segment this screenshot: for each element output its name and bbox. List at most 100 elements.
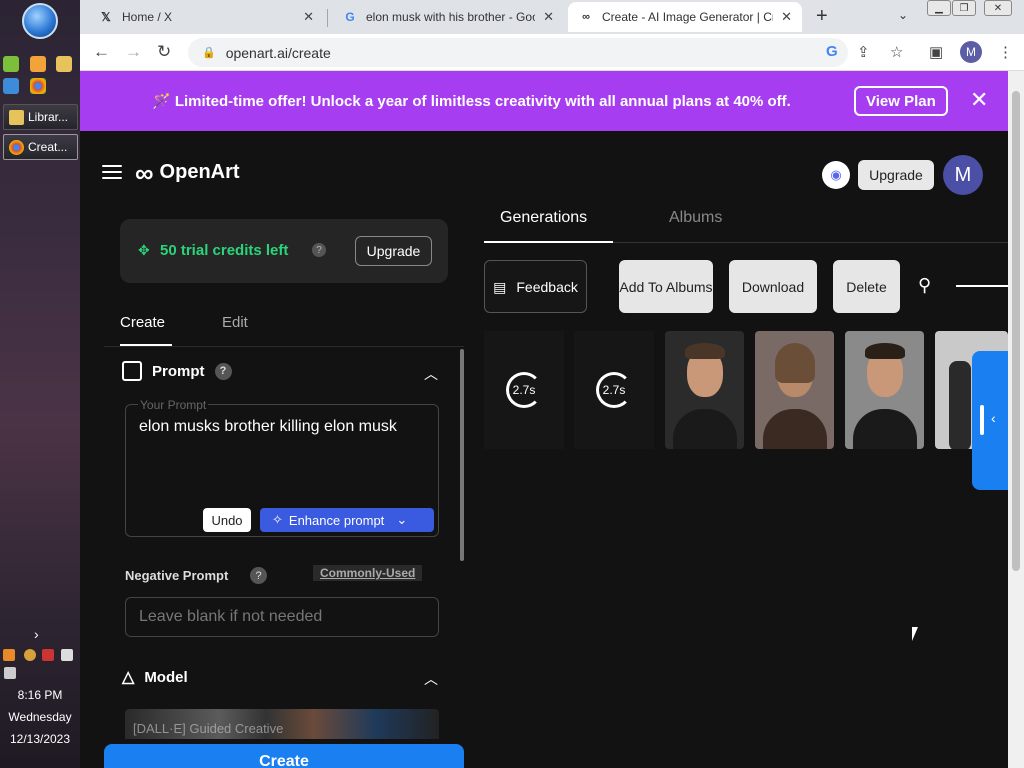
bookmark-star-icon[interactable]: ☆ — [890, 43, 903, 61]
credits-card: ✥ 50 trial credits left ? Upgrade — [120, 219, 448, 283]
credits-upgrade-button[interactable]: Upgrade — [355, 236, 432, 266]
generated-image-thumbnail[interactable] — [755, 331, 834, 449]
tab-create[interactable]: Create — [120, 314, 165, 331]
close-window-button[interactable]: ✕ — [984, 0, 1012, 16]
tray-icon[interactable] — [24, 649, 36, 661]
user-avatar[interactable]: M — [943, 155, 983, 195]
negative-prompt-input[interactable]: Leave blank if not needed — [125, 597, 439, 637]
chrome-icon — [9, 139, 24, 155]
chevron-up-icon[interactable]: ︿ — [424, 364, 438, 384]
chrome-icon[interactable] — [30, 78, 46, 94]
add-to-albums-button[interactable]: Add To Albums — [619, 260, 713, 313]
network-icon[interactable] — [61, 649, 73, 661]
discord-icon[interactable]: ◉ — [822, 161, 850, 189]
share-icon[interactable]: ⇪ — [857, 43, 870, 61]
start-button[interactable] — [22, 3, 58, 39]
collapse-panel-tab[interactable]: ‹ — [972, 351, 1008, 490]
folder-icon — [9, 109, 24, 125]
tab-edit[interactable]: Edit — [222, 314, 248, 331]
new-tab-button[interactable]: + — [816, 5, 828, 28]
browser-toolbar: ← → ↻ 🔒 openart.ai/create G ⇪ ☆ ▣ M ⋮ — [80, 34, 1024, 71]
ie-icon[interactable] — [3, 78, 19, 94]
google-lens-icon[interactable]: G — [826, 43, 838, 60]
page-scrollbar[interactable] — [1008, 71, 1024, 768]
tab-home-x[interactable]: 𝕏 Home / X ✕ — [88, 2, 324, 32]
divider — [104, 346, 464, 347]
clock[interactable]: 8:16 PM Wednesday 12/13/2023 — [0, 684, 80, 750]
tab-strip: 𝕏 Home / X ✕ G elon musk with his brothe… — [80, 0, 1024, 34]
undo-button[interactable]: Undo — [203, 508, 251, 532]
tab-openart-create[interactable]: ∞ Create - AI Image Generator | Cr ✕ — [568, 2, 802, 32]
zoom-out-icon[interactable]: ⚲ — [918, 275, 931, 296]
delete-button[interactable]: Delete — [833, 260, 900, 313]
generation-loading: 2.7s — [574, 331, 654, 449]
feedback-button[interactable]: ▤ Feedback — [484, 260, 587, 313]
minimize-button[interactable]: ▁ — [927, 0, 951, 16]
tab-search-icon[interactable]: ⌄ — [898, 8, 908, 22]
download-button[interactable]: Download — [729, 260, 817, 313]
tab-google-search[interactable]: G elon musk with his brother - Goo ✕ — [332, 2, 564, 32]
tab-albums[interactable]: Albums — [669, 209, 722, 227]
help-icon[interactable]: ? — [312, 243, 326, 257]
zoom-slider[interactable] — [956, 285, 1008, 287]
tab-generations[interactable]: Generations — [500, 209, 587, 227]
help-icon[interactable]: ? — [250, 567, 267, 584]
windows-taskbar: Librar... Creat... › 8:16 PM Wednesday 1… — [0, 0, 80, 768]
chat-icon: ▤ — [493, 278, 507, 295]
address-bar[interactable]: 🔒 openart.ai/create — [188, 38, 848, 67]
promo-banner: 🪄 Limited-time offer! Unlock a year of l… — [80, 71, 1008, 131]
openart-logo[interactable]: ∞ OpenArt — [135, 160, 240, 186]
screen: Librar... Creat... › 8:16 PM Wednesday 1… — [0, 0, 1024, 768]
taskbar-item-library[interactable]: Librar... — [3, 104, 78, 130]
tray-icon[interactable] — [42, 649, 54, 661]
generated-image-thumbnail[interactable] — [665, 331, 744, 449]
restore-button[interactable]: ❐ — [952, 0, 976, 16]
view-plan-button[interactable]: View Plan — [854, 86, 948, 116]
volume-icon[interactable] — [4, 667, 16, 679]
forward-icon[interactable]: → — [125, 42, 142, 62]
chevron-up-icon[interactable]: ︿ — [424, 669, 438, 689]
back-icon[interactable]: ← — [93, 42, 110, 62]
lock-icon: 🔒 — [202, 47, 216, 59]
enhance-prompt-button[interactable]: ✧ Enhance prompt ⌄ — [260, 508, 434, 532]
prompt-section-header[interactable]: Prompt ? — [122, 361, 232, 381]
kebab-menu-icon[interactable]: ⋮ — [998, 43, 1013, 61]
mouse-cursor — [912, 627, 918, 641]
loading-spinner: 2.7s — [506, 372, 542, 408]
menu-icon[interactable] — [102, 165, 122, 181]
openart-icon: ∞ — [582, 11, 590, 23]
close-tab-icon[interactable]: ✕ — [781, 9, 792, 25]
tab-separator — [327, 9, 328, 27]
media-player-icon[interactable] — [30, 56, 46, 72]
generated-image-thumbnail[interactable] — [845, 331, 924, 449]
quicklaunch-icon[interactable] — [3, 56, 19, 72]
scrollbar-thumb[interactable] — [1012, 91, 1020, 571]
close-tab-icon[interactable]: ✕ — [543, 9, 554, 25]
panel-scrollbar[interactable] — [460, 349, 464, 561]
tray-icon[interactable] — [3, 649, 15, 661]
help-icon[interactable]: ? — [214, 362, 232, 380]
web-page: 🪄 Limited-time offer! Unlock a year of l… — [80, 71, 1008, 768]
active-tab-indicator — [484, 241, 613, 243]
model-preview[interactable]: [DALL·E] Guided Creative — [125, 709, 439, 739]
taskbar-item-chrome[interactable]: Creat... — [3, 134, 78, 160]
profile-avatar[interactable]: M — [960, 41, 982, 63]
side-panel-icon[interactable]: ▣ — [929, 43, 943, 61]
tray-expand-icon[interactable]: › — [34, 626, 39, 642]
loading-spinner: 2.7s — [596, 372, 632, 408]
create-button[interactable]: Create — [104, 744, 464, 768]
shapes-icon: △ — [122, 669, 135, 686]
chevron-down-icon: ⌄ — [396, 512, 408, 527]
google-icon: G — [345, 10, 355, 24]
magic-wand-icon: ✧ — [272, 512, 283, 527]
close-tab-icon[interactable]: ✕ — [303, 9, 314, 25]
credits-icon: ✥ — [138, 242, 150, 258]
negative-prompt-label: Negative Prompt — [125, 568, 229, 583]
prompt-textarea[interactable]: Your Prompt elon musks brother killing e… — [125, 398, 439, 537]
commonly-used-link[interactable]: Commonly-Used — [313, 565, 423, 581]
folder-icon[interactable] — [56, 56, 72, 72]
model-section-header[interactable]: △ Model — [122, 667, 188, 687]
close-icon[interactable]: ✕ — [970, 87, 988, 113]
reload-icon[interactable]: ↻ — [157, 42, 171, 62]
header-upgrade-button[interactable]: Upgrade — [858, 160, 934, 190]
